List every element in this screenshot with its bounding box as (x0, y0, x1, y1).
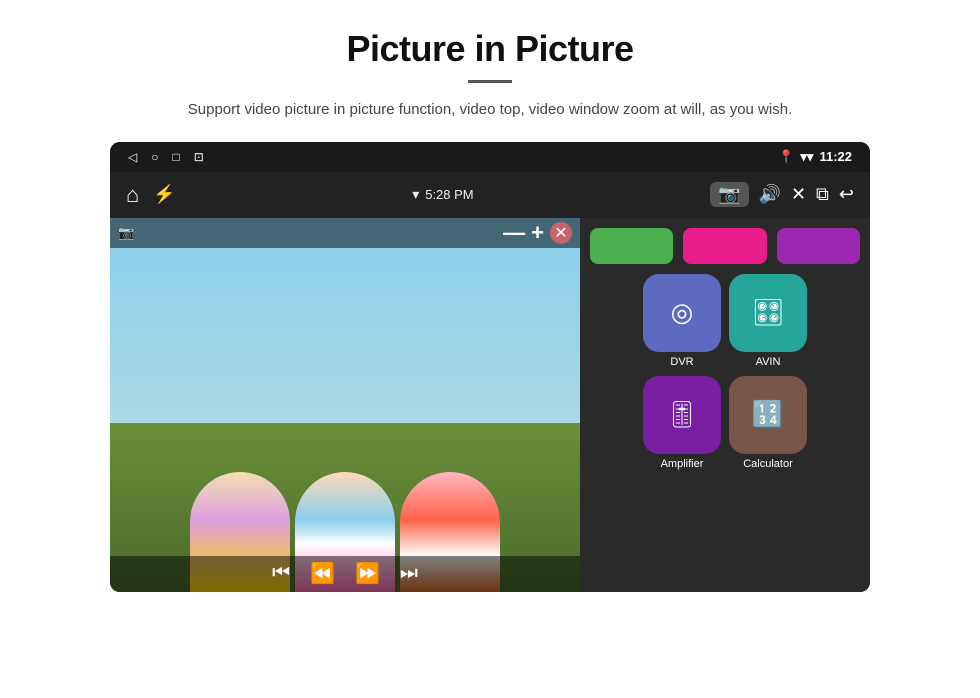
app-bar-right: 📷 🔊 ✕ ⧉ ↩ (710, 182, 854, 207)
pip-plus-button[interactable]: + (531, 220, 544, 246)
pip-container: 📷 — + ✕ ⏮ ⏪ ⏩ ⏭ VCZ99 (110, 218, 580, 592)
usb-icon[interactable]: ⚡ (153, 184, 175, 205)
video-background: 📷 — + ✕ ⏮ ⏪ ⏩ ⏭ VCZ99 (110, 218, 580, 592)
page-subtitle: Support video picture in picture functio… (188, 99, 792, 122)
rewind-button[interactable]: ⏪ (310, 561, 335, 586)
calculator-label: Calculator (743, 458, 793, 470)
pip-window-icon[interactable]: ⧉ (816, 184, 829, 205)
status-bar-left: ◁ ○ □ ⊡ (128, 150, 204, 164)
main-content: 📷 — + ✕ ⏮ ⏪ ⏩ ⏭ VCZ99 (110, 218, 870, 592)
status-bar-right: 📍 ▾▾ 11:22 (778, 149, 852, 165)
pip-minus-button[interactable]: — (503, 220, 525, 246)
app-bar-back-icon[interactable]: ↩ (839, 184, 854, 205)
calculator-icon: 🔢 (752, 399, 784, 430)
amplifier-icon-box: 🎚 (643, 376, 721, 454)
dvr-icon: ◎ (671, 297, 694, 328)
next-button[interactable]: ⏭ (400, 562, 418, 585)
camera-button[interactable]: 📷 (710, 182, 748, 207)
icon-grid: ◎ DVR 🎛 AVIN 🎚 (633, 274, 817, 470)
home-nav-icon[interactable]: ○ (151, 150, 158, 164)
avin-icon: 🎛 (751, 297, 784, 328)
wifi-icon: ▾▾ (800, 149, 813, 165)
green-button[interactable] (590, 228, 673, 264)
pip-playback-bar: ⏮ ⏪ ⏩ ⏭ (110, 556, 580, 592)
page-title: Picture in Picture (346, 28, 633, 70)
amplifier-icon: 🎚 (665, 399, 698, 430)
page-container: Picture in Picture Support video picture… (0, 0, 980, 698)
app-item-calculator[interactable]: 🔢 Calculator (729, 376, 807, 470)
status-time: 11:22 (819, 149, 852, 164)
device-frame: ◁ ○ □ ⊡ 📍 ▾▾ 11:22 ⌂ ⚡ ▾ 5:28 PM 📷 (110, 142, 870, 592)
pip-controls-bar: 📷 — + ✕ (110, 218, 580, 248)
top-buttons (580, 228, 870, 264)
dvr-label: DVR (670, 356, 693, 368)
avin-label: AVIN (756, 356, 781, 368)
forward-button[interactable]: ⏩ (355, 561, 380, 586)
avin-icon-box: 🎛 (729, 274, 807, 352)
app-item-avin[interactable]: 🎛 AVIN (729, 274, 807, 368)
purple-button[interactable] (777, 228, 860, 264)
watermark: VCZ99 (324, 545, 365, 556)
amplifier-label: Amplifier (661, 458, 704, 470)
dvr-icon-box: ◎ (643, 274, 721, 352)
pink-button[interactable] (683, 228, 766, 264)
calculator-icon-box: 🔢 (729, 376, 807, 454)
title-divider (468, 80, 512, 83)
app-bar-time: 5:28 PM (425, 187, 473, 202)
video-scene (110, 218, 580, 592)
status-bar: ◁ ○ □ ⊡ 📍 ▾▾ 11:22 (110, 142, 870, 172)
apps-area: ◎ DVR 🎛 AVIN 🎚 (580, 218, 870, 592)
app-bar: ⌂ ⚡ ▾ 5:28 PM 📷 🔊 ✕ ⧉ ↩ (110, 172, 870, 218)
home-icon[interactable]: ⌂ (126, 182, 139, 208)
wifi-signal-icon: ▾ (412, 186, 419, 203)
prev-button[interactable]: ⏮ (272, 562, 290, 585)
app-item-dvr[interactable]: ◎ DVR (643, 274, 721, 368)
volume-icon[interactable]: 🔊 (759, 184, 781, 205)
recents-nav-icon[interactable]: □ (172, 150, 179, 164)
location-icon: 📍 (778, 149, 794, 165)
screenshot-icon[interactable]: ⊡ (194, 150, 204, 164)
app-bar-center: ▾ 5:28 PM (412, 186, 473, 203)
close-pip-icon[interactable]: ✕ (791, 184, 806, 205)
pip-camera-icon: 📷 (118, 225, 134, 241)
pip-close-button[interactable]: ✕ (550, 222, 572, 244)
back-nav-icon[interactable]: ◁ (128, 150, 137, 164)
app-item-amplifier[interactable]: 🎚 Amplifier (643, 376, 721, 470)
app-bar-left: ⌂ ⚡ (126, 182, 176, 208)
